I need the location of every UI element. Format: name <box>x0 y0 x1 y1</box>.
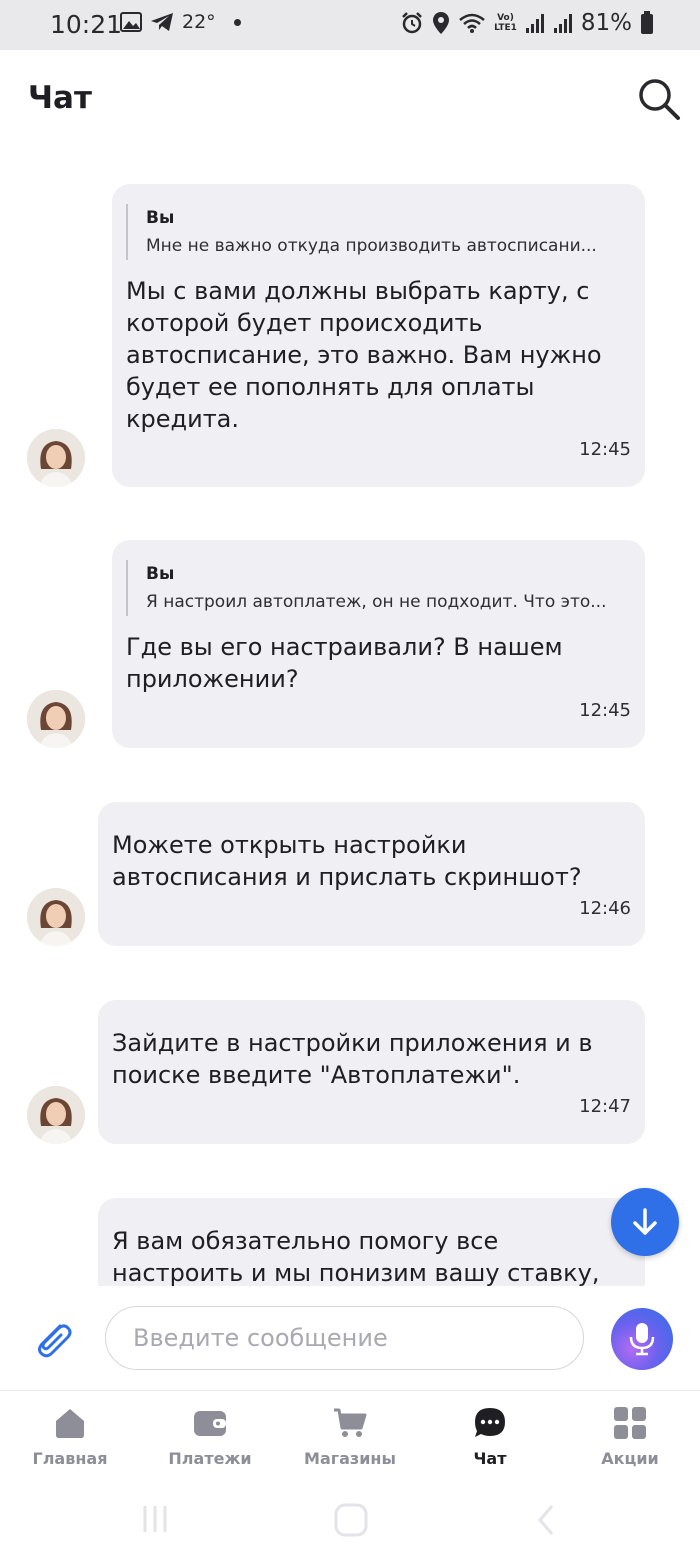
bottom-nav: Главная Платежи Магазины Чат Акции <box>0 1390 700 1490</box>
alarm-icon <box>402 12 422 34</box>
nav-label: Главная <box>32 1449 108 1468</box>
message-bubble[interactable]: Вы Я настроил автоплатеж, он не подходит… <box>112 540 645 748</box>
avatar <box>27 690 85 748</box>
nav-item-home[interactable]: Главная <box>0 1391 140 1491</box>
wifi-icon <box>459 13 485 33</box>
signal-icon <box>553 14 572 33</box>
message-row: Зайдите в настройки приложения и в поиск… <box>0 1000 700 1146</box>
avatar <box>27 429 85 487</box>
app-header: Чат <box>0 50 700 150</box>
back-icon[interactable] <box>534 1502 558 1538</box>
grid-icon <box>612 1405 648 1441</box>
status-bar: 10:21 22° Vo) LTE1 81% <box>0 0 700 50</box>
status-right-icons: Vo) LTE1 81% <box>400 10 654 36</box>
nav-item-shops[interactable]: Магазины <box>280 1391 420 1491</box>
message-bubble[interactable]: Я вам обязательно помогу все настроить и… <box>98 1198 645 1286</box>
avatar <box>27 1086 85 1144</box>
avatar <box>27 888 85 946</box>
message-row: Я вам обязательно помогу все настроить и… <box>0 1198 700 1286</box>
reply-quote[interactable]: Вы Мне не важно откуда производить автос… <box>126 204 627 260</box>
home-icon <box>52 1405 88 1441</box>
operator-photo <box>27 888 85 946</box>
signal-icon <box>525 14 544 33</box>
operator-photo <box>27 690 85 748</box>
message-text: Можете открыть настройки автосписания и … <box>112 831 582 891</box>
message-row: Вы Мне не важно откуда производить автос… <box>0 150 700 490</box>
nav-label: Магазины <box>304 1449 396 1468</box>
message-row: Можете открыть настройки автосписания и … <box>0 802 700 948</box>
nav-item-promotions[interactable]: Акции <box>560 1391 700 1491</box>
status-temperature: 22° <box>182 11 216 33</box>
message-text: Мы с вами должны выбрать карту, с которо… <box>126 277 602 433</box>
nav-label: Акции <box>601 1449 659 1468</box>
message-time: 12:45 <box>579 700 631 721</box>
lte-bottom-text: LTE1 <box>494 23 517 33</box>
microphone-icon <box>629 1323 655 1356</box>
message-time: 12:45 <box>579 439 631 460</box>
reply-quote[interactable]: Вы Я настроил автоплатеж, он не подходит… <box>126 560 627 616</box>
notification-dot <box>233 18 241 26</box>
message-text: Я вам обязательно помогу все настроить и… <box>112 1227 600 1286</box>
nav-label: Чат <box>473 1449 507 1468</box>
gallery-icon <box>120 12 142 32</box>
reply-text: Я настроил автоплатеж, он не подходит. Ч… <box>146 592 607 612</box>
reply-author: Вы <box>146 564 175 584</box>
message-text: Где вы его настраивали? В нашем приложен… <box>126 633 563 693</box>
search-icon <box>639 79 680 120</box>
telegram-icon <box>151 13 173 31</box>
status-left-icons: 22° <box>120 11 241 33</box>
lte-top-text: Vo) <box>497 13 514 23</box>
message-bubble[interactable]: Зайдите в настройки приложения и в поиск… <box>98 1000 645 1144</box>
chat-icon <box>472 1405 508 1441</box>
lte-indicator: Vo) LTE1 <box>494 13 517 33</box>
location-icon <box>433 12 450 34</box>
message-text: Зайдите в настройки приложения и в поиск… <box>112 1029 593 1089</box>
search-button[interactable] <box>636 76 682 122</box>
scroll-down-button[interactable] <box>611 1188 679 1256</box>
recent-apps-icon[interactable] <box>140 1502 170 1536</box>
arrow-down-icon <box>633 1208 657 1235</box>
message-input[interactable] <box>105 1306 584 1370</box>
operator-photo <box>27 429 85 487</box>
message-time: 12:46 <box>579 898 631 919</box>
message-row: Вы Я настроил автоплатеж, он не подходит… <box>0 540 700 750</box>
message-bubble[interactable]: Можете открыть настройки автосписания и … <box>98 802 645 946</box>
reply-author: Вы <box>146 208 175 228</box>
message-time: 12:47 <box>579 1096 631 1117</box>
wallet-icon <box>192 1405 228 1441</box>
nav-item-chat[interactable]: Чат <box>420 1391 560 1491</box>
message-bubble[interactable]: Вы Мне не важно откуда производить автос… <box>112 184 645 487</box>
system-nav-bar <box>0 1490 700 1556</box>
operator-photo <box>27 1086 85 1144</box>
status-time: 10:21 <box>50 10 123 39</box>
home-button-icon[interactable] <box>333 1502 369 1538</box>
paperclip-icon <box>38 1324 72 1358</box>
mic-button[interactable] <box>611 1308 673 1370</box>
page-title: Чат <box>28 80 92 116</box>
battery-percent: 81% <box>580 10 632 36</box>
reply-text: Мне не важно откуда производить автоспис… <box>146 236 597 256</box>
message-composer <box>0 1286 700 1390</box>
chat-messages[interactable]: Вы Мне не важно откуда производить автос… <box>0 150 700 1286</box>
battery-icon <box>641 11 653 34</box>
attach-button[interactable] <box>30 1316 76 1362</box>
nav-label: Платежи <box>168 1449 252 1468</box>
cart-icon <box>332 1405 368 1441</box>
nav-item-payments[interactable]: Платежи <box>140 1391 280 1491</box>
